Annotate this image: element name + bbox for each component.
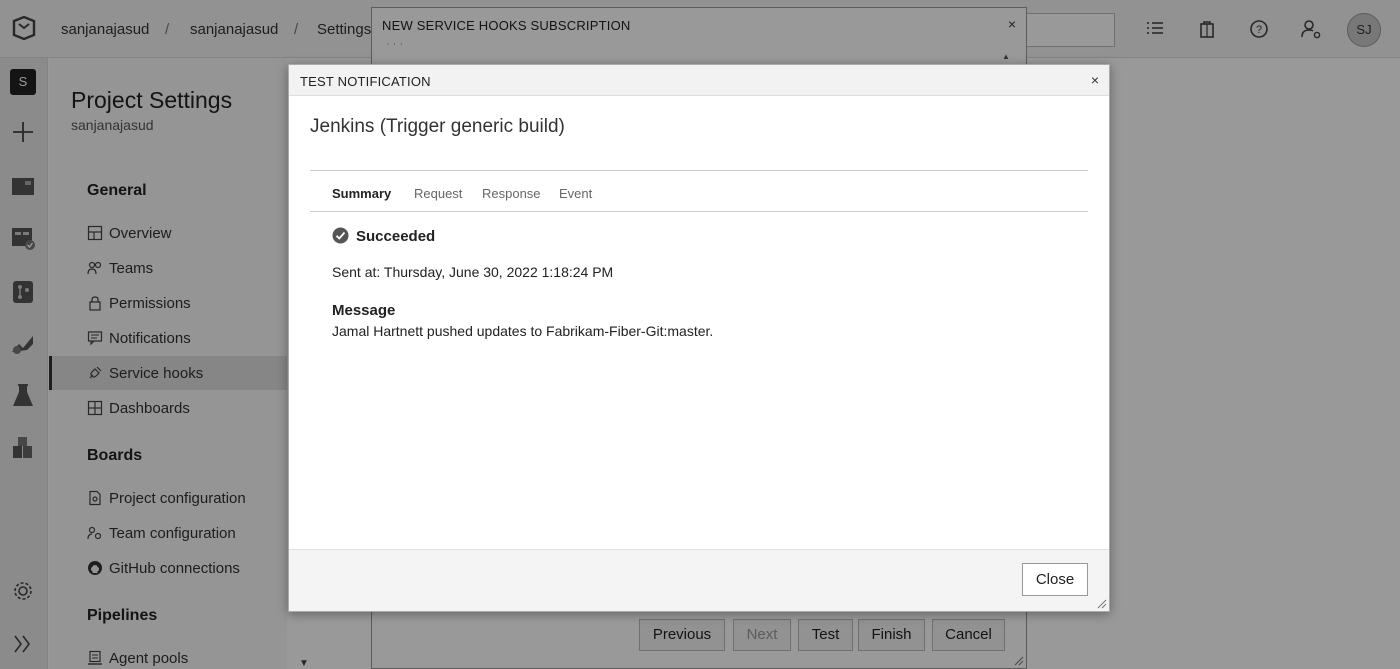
- divider: [310, 170, 1088, 171]
- tab-summary[interactable]: Summary: [332, 186, 391, 201]
- dialog-heading: Jenkins (Trigger generic build): [310, 116, 565, 137]
- dialog-title: TEST NOTIFICATION: [300, 74, 431, 89]
- tab-response[interactable]: Response: [482, 186, 541, 201]
- tab-request[interactable]: Request: [414, 186, 462, 201]
- sent-at-text: Sent at: Thursday, June 30, 2022 1:18:24…: [332, 264, 614, 280]
- close-button[interactable]: Close: [1022, 563, 1088, 596]
- check-circle-icon: [332, 227, 349, 244]
- message-label: Message: [332, 302, 396, 319]
- resize-grip-icon[interactable]: [1095, 597, 1107, 609]
- dialog-footer: Close: [289, 549, 1109, 611]
- status-text: Succeeded: [356, 228, 436, 245]
- dialog-header: TEST NOTIFICATION ×: [289, 65, 1109, 96]
- test-notification-dialog: TEST NOTIFICATION × Jenkins (Trigger gen…: [288, 64, 1110, 612]
- divider: [310, 211, 1088, 212]
- message-body: Jamal Hartnett pushed updates to Fabrika…: [332, 323, 714, 339]
- tab-event[interactable]: Event: [559, 186, 592, 201]
- close-icon[interactable]: ×: [1091, 72, 1099, 88]
